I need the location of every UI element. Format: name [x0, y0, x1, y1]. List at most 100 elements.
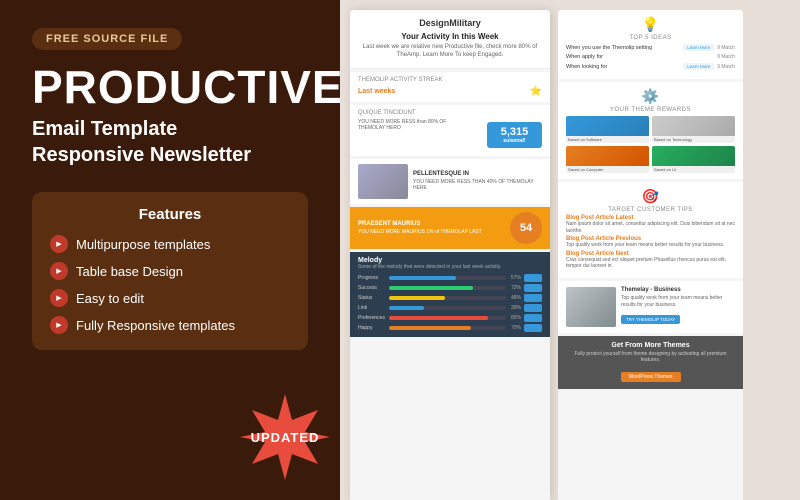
bar-name: Link [358, 305, 386, 311]
theme-label: Based on Software [566, 136, 649, 143]
stat-label: QUIQUE TINCIDUNT [358, 110, 542, 116]
melody-label: Melody [358, 257, 542, 264]
ideas-link-row: When you use the Themolip setting Learn … [566, 44, 735, 51]
streak-label: THEMOLIP ACTIVITY STREAK [358, 77, 542, 83]
bar-track [389, 276, 506, 280]
stat-number: 5,315 euismod! [487, 122, 542, 148]
blog-post-text: Nam ipsum dolor sit amet, consettur adip… [566, 221, 735, 234]
ideas-match-num: 9 Match [717, 45, 735, 51]
email-praesent-section: PRAESENT MAURIUS YOU NEED MORE MAURIUS 1… [350, 207, 550, 249]
updated-badge: UPDATED [240, 392, 330, 482]
theme-item: Saved on Computer [566, 146, 649, 173]
bar-badge [524, 274, 542, 282]
features-box: Features Multipurpose templates Table ba… [32, 192, 308, 350]
ideas-learn-btn[interactable]: Learn More [683, 63, 714, 70]
cta-title: Get From More Themes [566, 342, 735, 349]
email-streak-section: THEMOLIP ACTIVITY STREAK Last weeks ⭐ [350, 72, 550, 102]
bullet-icon [50, 235, 68, 253]
ideas-link-text: When apply for [566, 54, 603, 60]
theme-item: Saved on Ul [652, 146, 735, 173]
bar-track [389, 296, 506, 300]
bar-row: Link 30% [358, 304, 542, 312]
feature-item: Easy to edit [50, 289, 290, 307]
bar-row: Success 72% [358, 284, 542, 292]
free-source-badge: FREE SOURCE FILE [32, 28, 182, 50]
feature-label: Easy to edit [76, 291, 144, 306]
bar-badge [524, 284, 542, 292]
bar-badge [524, 324, 542, 332]
feature-label: Fully Responsive templates [76, 318, 235, 333]
feature-label: Table base Design [76, 264, 183, 279]
bar-pct: 48% [509, 295, 521, 301]
bar-track [389, 306, 506, 310]
ideas-learn-btn[interactable]: Learn More [683, 44, 714, 51]
sub-title: Email Template Responsive Newsletter [32, 116, 308, 168]
bar-pct: 72% [509, 285, 521, 291]
customer-tips-section: 🎯 TARGET CUSTOMER TIPS Blog Post Article… [558, 182, 743, 278]
customer-icon: 🎯 [566, 188, 735, 205]
pellentesque-label: PELLENTESQUE IN [413, 171, 542, 177]
melody-sub: Some of the melody that were detected in… [358, 264, 542, 270]
praesent-number: 54 [510, 212, 542, 244]
top-ideas-title: TOP 5 IDEAS [566, 35, 735, 41]
email-pellentesque-section: PELLENTESQUE IN YOU NEED MORE RESS THAN … [350, 159, 550, 204]
bar-badge [524, 294, 542, 302]
cta-section: Get From More Themes Fully protect yours… [558, 336, 743, 389]
bar-row: Happy 70% [358, 324, 542, 332]
theme-item: Based on Software [566, 116, 649, 143]
theme-rewards-section: ⚙️ YOUR THEME REWARDS Based on Software … [558, 82, 743, 179]
bar-pct: 30% [509, 305, 521, 311]
feature-item: Fully Responsive templates [50, 316, 290, 334]
email-hero-title: Your Activity In this Week [358, 32, 542, 41]
feature-item: Table base Design [50, 262, 290, 280]
bullet-icon [50, 262, 68, 280]
right-panel: DesignMilitary Your Activity In this Wee… [340, 0, 800, 500]
bar-badge [524, 304, 542, 312]
customer-tips-title: TARGET CUSTOMER TIPS [566, 207, 735, 213]
streak-period: Last weeks [358, 88, 395, 95]
bar-track [389, 286, 506, 290]
business-section: Themelay - Business Top quality work fro… [558, 281, 743, 333]
bar-name: Success [358, 285, 386, 291]
ideas-links: When you use the Themolip setting Learn … [566, 44, 735, 70]
blog-post-text: Top quality work from your team means be… [566, 242, 735, 249]
feature-label: Multipurpose templates [76, 237, 210, 252]
theme-rewards-title: YOUR THEME REWARDS [566, 107, 735, 113]
ideas-link-row: When apply for 9 Match [566, 54, 735, 60]
business-text: Themelay - Business Top quality work fro… [621, 287, 735, 326]
theme-label: Based on Technology [652, 136, 735, 143]
left-panel: FREE SOURCE FILE PRODUCTIVE Email Templa… [0, 0, 340, 500]
rewards-icon: ⚙️ [566, 88, 735, 105]
ideas-link-row: When looking for Learn More 9 Match [566, 63, 735, 70]
business-cta-button[interactable]: TRY THEMOLIP TODAY [621, 315, 680, 324]
bar-pct: 85% [509, 315, 521, 321]
bullet-icon [50, 289, 68, 307]
blog-post-row: Blog Post Article Next Cras consequat se… [566, 251, 735, 270]
features-heading: Features [50, 206, 290, 223]
bar-name: Status [358, 295, 386, 301]
updated-label: UPDATED [240, 392, 330, 482]
bar-row: Progress 57% [358, 274, 542, 282]
bar-name: Happy [358, 325, 386, 331]
theme-grid: Based on Software Based on Technology Sa… [566, 116, 735, 173]
business-image [566, 287, 616, 327]
stat-description: YOU NEED MORE RESS than 80% OF THEMOLAY … [358, 119, 448, 131]
email-hero-sub: Last week we are relative new Productive… [358, 43, 542, 60]
streak-star-icon: ⭐ [530, 86, 542, 97]
ideas-icon: 💡 [566, 16, 735, 33]
bar-row: Status 48% [358, 294, 542, 302]
ideas-link-text: When you use the Themolip setting [566, 45, 652, 51]
cta-button[interactable]: WordPress Themes [621, 372, 681, 382]
ideas-match-num: 9 Match [717, 54, 735, 60]
bars-container: Progress 57% Success 72% Status 48% [358, 274, 542, 332]
bar-pct: 70% [509, 325, 521, 331]
cta-sub: Fully protect yourself from theme design… [566, 351, 735, 363]
blog-post-row: Blog Post Article Previous Top quality w… [566, 236, 735, 249]
theme-label: Saved on Computer [566, 166, 649, 173]
email-preview-left: DesignMilitary Your Activity In this Wee… [350, 10, 550, 500]
pellentesque-image [358, 164, 408, 199]
bar-name: Preferences [358, 315, 386, 321]
email-melody-section: Melody Some of the melody that were dete… [350, 252, 550, 337]
blog-post-text: Cras consequat sed ect aliquet pretium P… [566, 257, 735, 270]
email-preview-right: 💡 TOP 5 IDEAS When you use the Themolip … [558, 10, 743, 500]
